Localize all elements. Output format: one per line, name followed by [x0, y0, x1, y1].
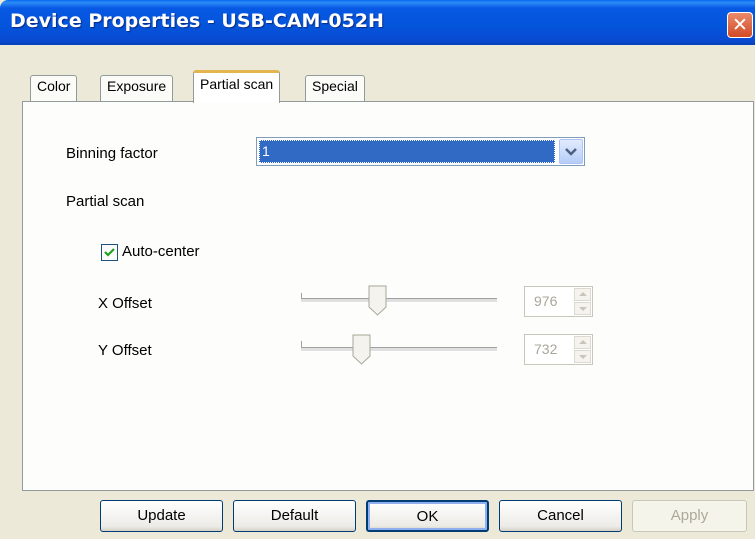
tab-color[interactable]: Color — [30, 75, 78, 101]
binning-factor-label: Binning factor — [66, 145, 158, 162]
x-offset-label: X Offset — [98, 295, 152, 312]
arrow-down-icon — [579, 355, 587, 359]
close-icon: ✕ — [732, 14, 748, 36]
cancel-button[interactable]: Cancel — [499, 500, 622, 532]
x-offset-slider-thumb[interactable] — [368, 285, 388, 317]
arrow-down-icon — [579, 307, 587, 311]
close-button[interactable]: ✕ — [727, 12, 753, 38]
title-bar[interactable]: Device Properties - USB-CAM-052H ✕ — [0, 0, 755, 45]
dropdown-button[interactable] — [559, 139, 583, 164]
x-offset-slider-track[interactable] — [301, 298, 497, 303]
y-offset-slider-thumb[interactable] — [352, 334, 372, 366]
partial-scan-heading: Partial scan — [66, 193, 145, 210]
x-offset-field[interactable]: 976 — [524, 286, 593, 317]
auto-center-label[interactable]: Auto-center — [122, 243, 200, 260]
arrow-up-icon — [579, 340, 587, 344]
update-button[interactable]: Update — [100, 500, 223, 532]
apply-button[interactable]: Apply — [632, 500, 747, 532]
x-offset-down-button[interactable] — [574, 302, 591, 315]
y-offset-field[interactable]: 732 — [524, 334, 593, 365]
binning-factor-select[interactable]: 1 — [256, 137, 585, 166]
y-offset-label: Y Offset — [98, 342, 152, 359]
default-button[interactable]: Default — [233, 500, 356, 532]
x-offset-up-button[interactable] — [574, 288, 591, 301]
tab-special[interactable]: Special — [305, 75, 365, 101]
y-offset-slider-track[interactable] — [301, 347, 497, 352]
binning-factor-value: 1 — [259, 140, 555, 163]
chevron-down-icon — [565, 148, 577, 156]
y-offset-value: 732 — [534, 341, 558, 357]
auto-center-checkbox[interactable] — [101, 244, 118, 261]
tab-exposure[interactable]: Exposure — [100, 75, 174, 101]
y-offset-down-button[interactable] — [574, 350, 591, 363]
tab-partial-scan[interactable]: Partial scan — [193, 70, 281, 103]
arrow-up-icon — [579, 292, 587, 296]
window-title: Device Properties - USB-CAM-052H — [10, 10, 384, 32]
ok-button[interactable]: OK — [366, 500, 489, 532]
x-offset-value: 976 — [534, 293, 558, 309]
checkmark-icon — [104, 248, 115, 257]
y-offset-up-button[interactable] — [574, 336, 591, 349]
